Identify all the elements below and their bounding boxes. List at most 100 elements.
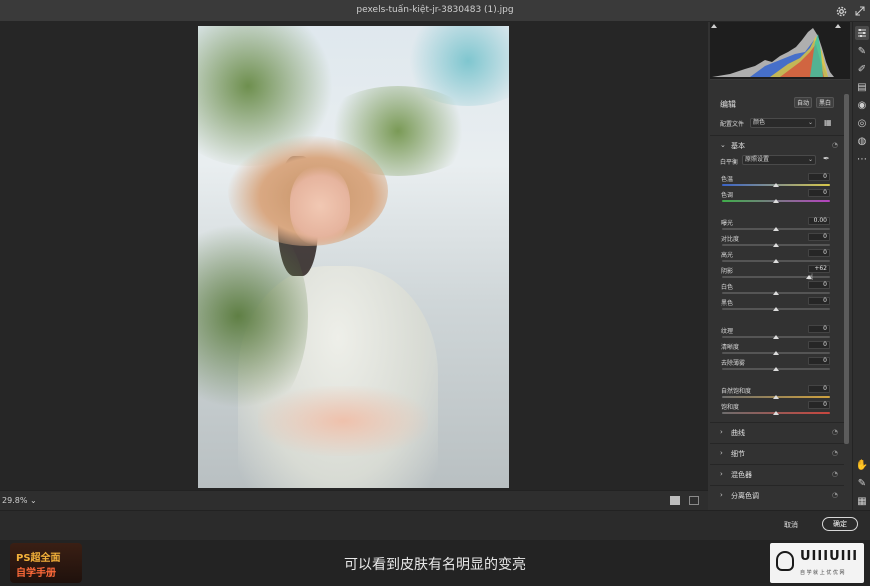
- dialog-footer: 取消 确定: [0, 510, 870, 540]
- slider-label: 对比度: [721, 236, 740, 243]
- slider-value-input[interactable]: 0: [808, 325, 830, 333]
- hand-icon[interactable]: ✋: [855, 458, 869, 472]
- slider-value-input[interactable]: 0: [808, 189, 830, 197]
- slider-thumb[interactable]: [773, 183, 779, 187]
- gradient-icon[interactable]: ▤: [855, 80, 869, 94]
- more-icon[interactable]: ⋯: [855, 152, 869, 166]
- slider-value-input[interactable]: 0: [808, 341, 830, 349]
- eye-icon[interactable]: ◔: [832, 491, 838, 499]
- chevron-right-icon: ›: [720, 449, 723, 457]
- bulb-icon: [776, 551, 794, 571]
- redeye-icon[interactable]: ◎: [855, 116, 869, 130]
- section-basic-label: 基本: [731, 142, 745, 150]
- section-curve-label: 曲线: [731, 429, 745, 437]
- subtitle-text: 可以看到皮肤有名明显的变亮: [344, 557, 526, 573]
- auto-button[interactable]: 自动: [794, 97, 813, 108]
- eye-icon[interactable]: ◔: [832, 470, 838, 478]
- eye-icon[interactable]: ◔: [832, 141, 838, 149]
- slider-label: 色调: [721, 192, 734, 199]
- slider-value-input[interactable]: 0: [808, 297, 830, 305]
- grid-icon[interactable]: ▦: [855, 494, 869, 508]
- slider-thumb[interactable]: [773, 243, 779, 247]
- slider-label: 饱和度: [721, 404, 740, 411]
- slider-label: 纹理: [721, 328, 734, 335]
- slider-thumb[interactable]: [773, 367, 779, 371]
- edit-sliders-icon[interactable]: [855, 26, 869, 40]
- slider-thumb[interactable]: [773, 307, 779, 311]
- expand-icon[interactable]: [852, 3, 868, 19]
- slider-thumb[interactable]: [773, 259, 779, 263]
- slider-label: 自然饱和度: [721, 388, 752, 395]
- section-curve[interactable]: › 曲线 ◔: [710, 422, 844, 442]
- camera-raw-window: pexels-tuấn-kiệt-jr-3830483 (1).jpg 29.8…: [0, 0, 870, 586]
- chevron-down-icon: ⌄: [807, 156, 813, 163]
- edit-panel: 编辑 自动 黑白 配置文件 颜色 ⌄ ▦ ⌄ 基本 ◔ 白平衡 原照设置 ⌄ ✒ 色…: [710, 90, 844, 506]
- slider-thumb[interactable]: [773, 227, 779, 231]
- section-basic[interactable]: ⌄ 基本 ◔: [710, 135, 844, 155]
- chevron-down-icon: ⌄: [807, 119, 813, 126]
- slider-value-input[interactable]: 0: [808, 401, 830, 409]
- eye-icon[interactable]: ◔: [832, 449, 838, 457]
- profile-dropdown[interactable]: 颜色 ⌄: [750, 118, 816, 128]
- video-caption-band: PS超全面 自学手册 可以看到皮肤有名明显的变亮 UIIIUIII 自 学 就 …: [0, 540, 870, 586]
- slider-value-input[interactable]: 0: [808, 249, 830, 257]
- section-mixer[interactable]: › 混色器 ◔: [710, 464, 844, 484]
- slider-label: 高光: [721, 252, 734, 259]
- window-title: pexels-tuấn-kiệt-jr-3830483 (1).jpg: [356, 5, 514, 15]
- slider-thumb[interactable]: [773, 395, 779, 399]
- chevron-down-icon: ⌄: [29, 496, 37, 505]
- compare-view-icon[interactable]: [689, 496, 699, 505]
- slider-value-input[interactable]: 0: [808, 173, 830, 181]
- cancel-button[interactable]: 取消: [784, 520, 798, 530]
- radial-filter-icon[interactable]: ◉: [855, 98, 869, 112]
- slider-value-input[interactable]: 0: [808, 357, 830, 365]
- chevron-right-icon: ›: [720, 491, 723, 499]
- panel-title: 编辑: [720, 100, 736, 109]
- histogram: [710, 22, 850, 80]
- color-sampler-icon[interactable]: ✎: [855, 476, 869, 490]
- section-split-toning[interactable]: › 分离色调 ◔: [710, 485, 844, 505]
- slider-track[interactable]: [722, 276, 830, 278]
- section-detail-label: 细节: [731, 450, 745, 458]
- panel-scrollbar[interactable]: [844, 94, 849, 444]
- zoom-level[interactable]: 29.8% ⌄: [2, 496, 37, 505]
- slider-value-input[interactable]: 0.00: [808, 217, 830, 225]
- healing-brush-icon[interactable]: ✎: [855, 44, 869, 58]
- presets-icon[interactable]: ◍: [855, 134, 869, 148]
- gear-icon[interactable]: [833, 3, 849, 19]
- eyedropper-icon[interactable]: ✒: [823, 154, 830, 163]
- slider-value-input[interactable]: +62: [808, 265, 830, 273]
- slider-thumb[interactable]: [773, 199, 779, 203]
- photo-preview: [198, 26, 509, 488]
- white-balance-dropdown[interactable]: 原照设置 ⌄: [742, 155, 816, 165]
- slider-thumb[interactable]: [773, 335, 779, 339]
- slider-thumb[interactable]: [773, 411, 779, 415]
- ok-button[interactable]: 确定: [822, 517, 858, 531]
- profile-browser-icon[interactable]: ▦: [824, 118, 834, 128]
- slider-value-input[interactable]: 0: [808, 385, 830, 393]
- brush-icon[interactable]: ✐: [855, 62, 869, 76]
- black-white-button[interactable]: 黑白: [816, 97, 835, 108]
- chevron-right-icon: ›: [720, 428, 723, 436]
- section-detail[interactable]: › 细节 ◔: [710, 443, 844, 463]
- title-bar: pexels-tuấn-kiệt-jr-3830483 (1).jpg: [0, 0, 870, 22]
- slider-thumb[interactable]: [773, 351, 779, 355]
- profile-label: 配置文件: [720, 121, 745, 128]
- single-view-icon[interactable]: [670, 496, 680, 505]
- slider-label: 色温: [721, 176, 734, 183]
- section-mixer-label: 混色器: [731, 471, 752, 479]
- slider-label: 曝光: [721, 220, 734, 227]
- slider-thumb[interactable]: [773, 291, 779, 295]
- canvas-status-bar: 29.8% ⌄: [0, 490, 708, 510]
- wb-label: 白平衡: [720, 159, 739, 166]
- chevron-down-icon: ⌄: [720, 141, 726, 149]
- section-split-toning-label: 分离色调: [731, 492, 759, 500]
- pointer-cursor-icon: ☝: [808, 273, 814, 283]
- tools-toolbar: ✎ ✐ ▤ ◉ ◎ ◍ ⋯ ✋ ✎ ▦: [852, 22, 870, 510]
- eye-icon[interactable]: ◔: [832, 428, 838, 436]
- brand-logo: UIIIUIII 自 学 就 上 优 优 网: [770, 543, 864, 583]
- slider-value-input[interactable]: 0: [808, 233, 830, 241]
- slider-label: 白色: [721, 284, 734, 291]
- image-canvas[interactable]: [0, 22, 708, 490]
- chevron-right-icon: ›: [720, 470, 723, 478]
